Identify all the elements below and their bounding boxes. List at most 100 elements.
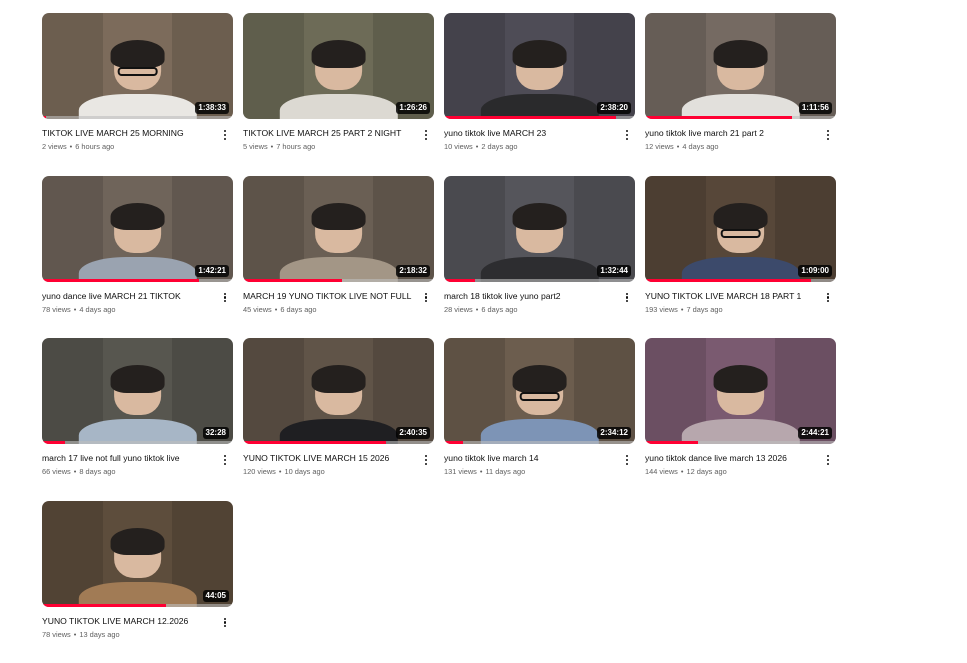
- video-title[interactable]: yuno tiktok live march 21 part 2: [645, 127, 818, 139]
- meta-separator: •: [275, 305, 278, 314]
- video-stats: 120 views•10 days ago: [243, 467, 416, 477]
- video-thumbnail[interactable]: 32:28: [42, 338, 233, 444]
- video-card[interactable]: 2:38:20 yuno tiktok live MARCH 23 10 views…: [444, 13, 635, 176]
- video-thumbnail[interactable]: 2:38:20: [444, 13, 635, 119]
- video-stats: 45 views•6 days ago: [243, 305, 416, 315]
- more-dot: [224, 300, 226, 302]
- video-meta: yuno tiktok live march 14 131 views•11 da…: [444, 444, 635, 477]
- video-card[interactable]: 1:11:56yuno tiktok live march 21 part 21…: [645, 13, 836, 176]
- duration-badge: 1:11:56: [799, 102, 832, 114]
- video-card[interactable]: 2:34:12 yuno tiktok live march 14 131 view…: [444, 338, 635, 501]
- video-thumbnail[interactable]: 1:32:44: [444, 176, 635, 282]
- more-vert-icon[interactable]: [220, 128, 230, 142]
- meta-separator: •: [681, 467, 684, 476]
- view-count: 131 views: [444, 467, 477, 476]
- video-card[interactable]: 2:18:32 MARCH 19 YUNO TIKTOK LIVE NOT FUL…: [243, 176, 434, 339]
- more-dot: [425, 130, 427, 132]
- video-title[interactable]: yuno tiktok live march 14: [444, 452, 617, 464]
- video-thumbnail[interactable]: 1:11:56: [645, 13, 836, 119]
- more-dot: [224, 296, 226, 298]
- more-vert-icon[interactable]: [622, 128, 632, 142]
- upload-age: 13 days ago: [79, 630, 119, 639]
- video-thumbnail[interactable]: 2:18:32: [243, 176, 434, 282]
- more-vert-icon[interactable]: [622, 453, 632, 467]
- video-title[interactable]: yuno dance live MARCH 21 TIKTOK: [42, 290, 215, 302]
- view-count: 28 views: [444, 305, 473, 314]
- duration-badge: 1:09:00: [798, 265, 832, 277]
- more-vert-icon[interactable]: [220, 291, 230, 305]
- more-dot: [425, 455, 427, 457]
- video-card[interactable]: 1:09:00 YUNO TIKTOK LIVE MARCH 18 PART 1 1…: [645, 176, 836, 339]
- more-dot: [827, 455, 829, 457]
- more-dot: [626, 459, 628, 461]
- video-thumbnail[interactable]: 2:34:12: [444, 338, 635, 444]
- duration-badge: 2:38:20: [597, 102, 631, 114]
- more-vert-icon[interactable]: [421, 291, 431, 305]
- video-card[interactable]: 32:28 march 17 live not full yuno tiktok …: [42, 338, 233, 501]
- video-title[interactable]: march 18 tiktok live yuno part2: [444, 290, 617, 302]
- upload-age: 7 hours ago: [276, 142, 315, 151]
- video-card[interactable]: 44:05 YUNO TIKTOK LIVE MARCH 12.2026 78 vi…: [42, 501, 233, 663]
- more-dot: [626, 455, 628, 457]
- streamer-figure: [279, 37, 397, 119]
- video-title[interactable]: YUNO TIKTOK LIVE MARCH 12.2026: [42, 615, 215, 627]
- video-title[interactable]: MARCH 19 YUNO TIKTOK LIVE NOT FULL: [243, 290, 416, 302]
- video-thumbnail[interactable]: 1:26:26: [243, 13, 434, 119]
- video-card[interactable]: 2:40:35 YUNO TIKTOK LIVE MARCH 15 2026 120…: [243, 338, 434, 501]
- more-vert-icon[interactable]: [823, 291, 833, 305]
- video-meta: yuno tiktok dance live march 13 2026144 …: [645, 444, 836, 477]
- video-thumbnail[interactable]: 1:38:33: [42, 13, 233, 119]
- video-meta: march 18 tiktok live yuno part228 views•…: [444, 282, 635, 315]
- video-title[interactable]: yuno tiktok dance live march 13 2026: [645, 452, 818, 464]
- more-vert-icon[interactable]: [421, 453, 431, 467]
- more-vert-icon[interactable]: [421, 128, 431, 142]
- streamer-figure: [78, 525, 196, 607]
- video-thumbnail[interactable]: 2:40:35: [243, 338, 434, 444]
- more-dot: [425, 459, 427, 461]
- video-stats: 193 views•7 days ago: [645, 305, 818, 315]
- more-dot: [224, 625, 226, 627]
- more-dot: [425, 300, 427, 302]
- video-title[interactable]: yuno tiktok live MARCH 23: [444, 127, 617, 139]
- meta-separator: •: [476, 142, 479, 151]
- more-vert-icon[interactable]: [823, 453, 833, 467]
- more-vert-icon[interactable]: [823, 128, 833, 142]
- streamer-figure: [480, 37, 598, 119]
- more-dot: [425, 134, 427, 136]
- view-count: 78 views: [42, 305, 71, 314]
- more-vert-icon[interactable]: [220, 616, 230, 630]
- duration-badge: 1:38:33: [195, 102, 229, 114]
- video-thumbnail[interactable]: 1:09:00: [645, 176, 836, 282]
- video-meta: yuno dance live MARCH 21 TIKTOK78 views•…: [42, 282, 233, 315]
- more-dot: [425, 463, 427, 465]
- more-dot: [626, 300, 628, 302]
- video-thumbnail[interactable]: 2:44:21: [645, 338, 836, 444]
- video-title[interactable]: TIKTOK LIVE MARCH 25 PART 2 NIGHT: [243, 127, 416, 139]
- video-title[interactable]: TIKTOK LIVE MARCH 25 MORNING: [42, 127, 215, 139]
- video-card[interactable]: 1:32:44 march 18 tiktok live yuno part2 28…: [444, 176, 635, 339]
- video-stats: 78 views•13 days ago: [42, 630, 215, 640]
- video-stats: 131 views•11 days ago: [444, 467, 617, 477]
- meta-separator: •: [677, 142, 680, 151]
- duration-badge: 44:05: [203, 590, 229, 602]
- view-count: 120 views: [243, 467, 276, 476]
- video-title[interactable]: YUNO TIKTOK LIVE MARCH 18 PART 1: [645, 290, 818, 302]
- more-dot: [224, 455, 226, 457]
- duration-badge: 1:32:44: [597, 265, 631, 277]
- video-stats: 10 views•2 days ago: [444, 142, 617, 152]
- more-vert-icon[interactable]: [220, 453, 230, 467]
- video-thumbnail[interactable]: 1:42:21: [42, 176, 233, 282]
- video-thumbnail[interactable]: 44:05: [42, 501, 233, 607]
- more-dot: [425, 296, 427, 298]
- upload-age: 4 days ago: [682, 142, 718, 151]
- video-title[interactable]: march 17 live not full yuno tiktok live: [42, 452, 215, 464]
- video-card[interactable]: 2:44:21yuno tiktok dance live march 13 2…: [645, 338, 836, 501]
- video-card[interactable]: 1:42:21 yuno dance live MARCH 21 TIKTOK 78…: [42, 176, 233, 339]
- upload-age: 6 days ago: [280, 305, 316, 314]
- more-vert-icon[interactable]: [622, 291, 632, 305]
- upload-age: 11 days ago: [485, 467, 525, 476]
- video-card[interactable]: 1:26:26 TIKTOK LIVE MARCH 25 PART 2 NIGHT…: [243, 13, 434, 176]
- video-card[interactable]: 1:38:33TIKTOK LIVE MARCH 25 MORNING2 vie…: [42, 13, 233, 176]
- video-grid: 1:38:33TIKTOK LIVE MARCH 25 MORNING2 vie…: [42, 13, 836, 663]
- video-title[interactable]: YUNO TIKTOK LIVE MARCH 15 2026: [243, 452, 416, 464]
